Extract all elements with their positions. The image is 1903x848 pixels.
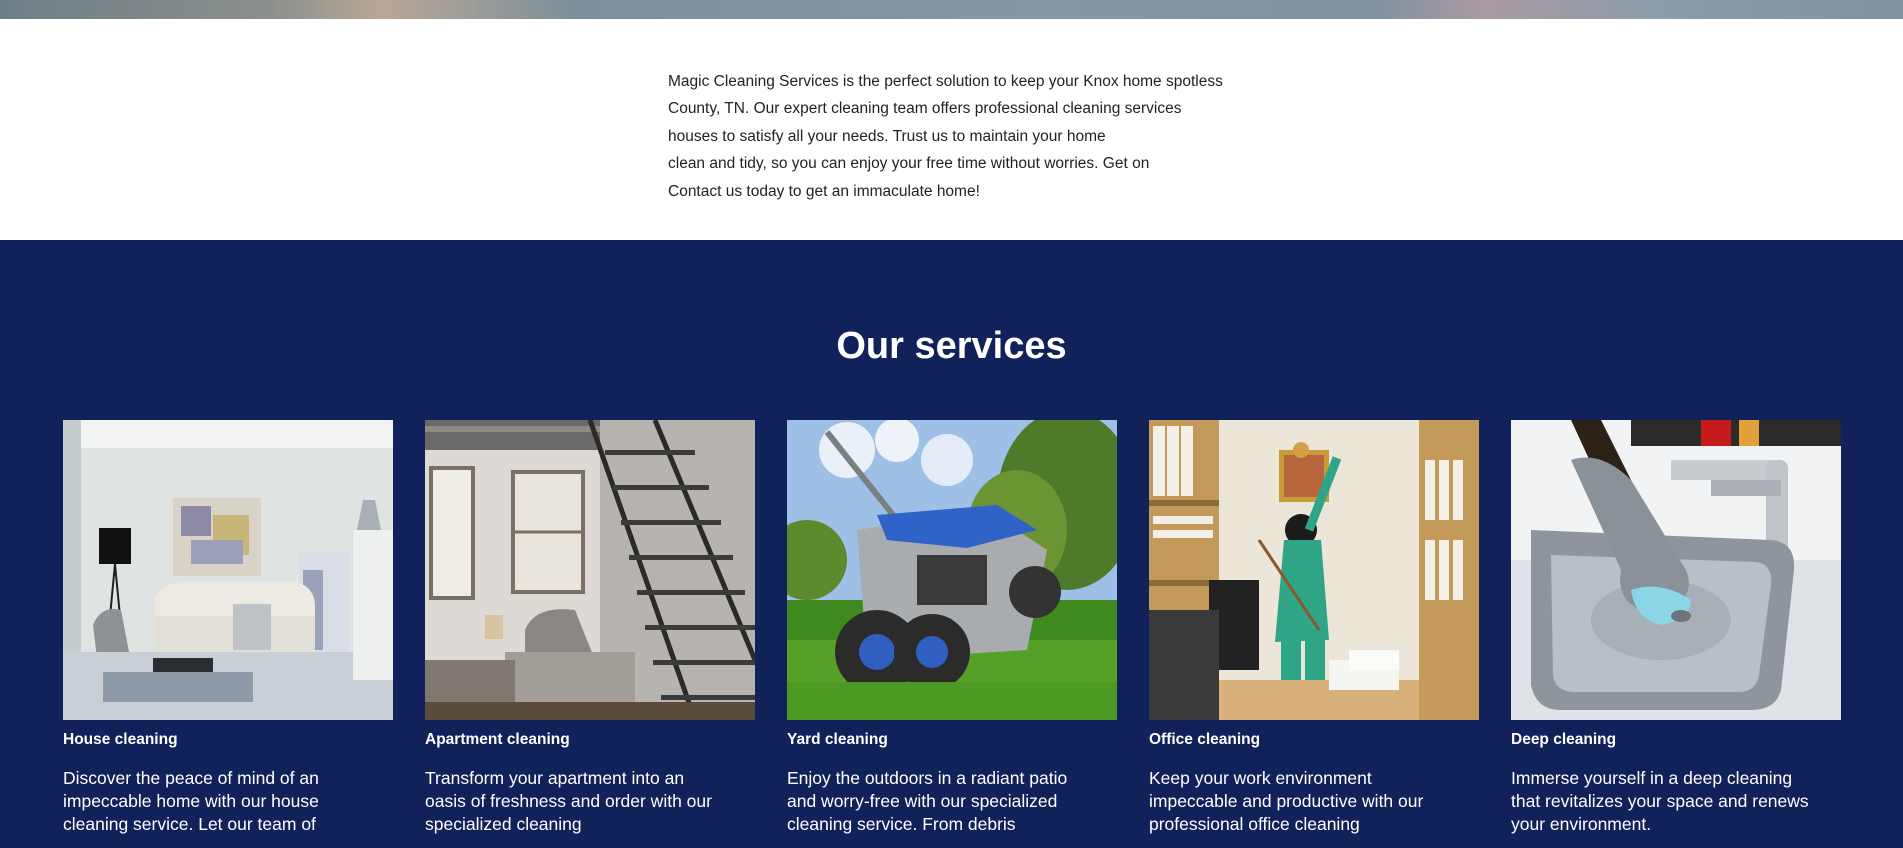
service-card-title: Office cleaning xyxy=(1149,731,1261,748)
service-card-yard-cleaning[interactable]: Yard cleaning Enjoy the outdoors in a ra… xyxy=(787,420,1117,836)
service-card-title: House cleaning xyxy=(63,731,178,748)
service-card-deep-cleaning[interactable]: Deep cleaning Immerse yourself in a deep… xyxy=(1511,420,1841,836)
house-cleaning-image xyxy=(63,420,393,720)
service-card-description: Enjoy the outdoors in a radiant patio an… xyxy=(787,768,1068,834)
intro-line: County, TN. Our expert cleaning team off… xyxy=(668,100,1182,118)
service-card-description: Immerse yourself in a deep cleaning that… xyxy=(1511,768,1809,834)
office-cleaning-image xyxy=(1149,420,1479,720)
intro-line: Contact us today to get an immaculate ho… xyxy=(668,182,980,200)
services-heading: Our services xyxy=(836,325,1067,367)
intro-line: Magic Cleaning Services is the perfect s… xyxy=(668,73,1223,90)
hero-image-strip xyxy=(0,0,1903,19)
intro-line: houses to satisfy all your needs. Trust … xyxy=(668,127,1106,145)
service-card-description: Keep your work environment impeccable an… xyxy=(1149,768,1424,834)
service-card-apartment-cleaning[interactable]: Apartment cleaning Transform your apartm… xyxy=(425,420,755,836)
service-card-title: Yard cleaning xyxy=(787,731,888,748)
yard-cleaning-image xyxy=(787,420,1117,720)
services-section: Our services House cleaning Discover the… xyxy=(0,240,1903,848)
apartment-cleaning-image xyxy=(425,420,755,720)
service-card-description: Discover the peace of mind of an impecca… xyxy=(63,768,319,834)
deep-cleaning-image xyxy=(1511,420,1841,720)
service-card-title: Apartment cleaning xyxy=(425,731,570,748)
intro-section: Magic Cleaning Services is the perfect s… xyxy=(0,19,1903,240)
intro-paragraph: Magic Cleaning Services is the perfect s… xyxy=(668,68,1308,205)
service-card-office-cleaning[interactable]: Office cleaning Keep your work environme… xyxy=(1149,420,1479,836)
service-card-title: Deep cleaning xyxy=(1511,731,1617,748)
service-card-description: Transform your apartment into an oasis o… xyxy=(425,768,712,834)
intro-line: clean and tidy, so you can enjoy your fr… xyxy=(668,155,1150,173)
service-card-house-cleaning[interactable]: House cleaning Discover the peace of min… xyxy=(63,420,393,836)
